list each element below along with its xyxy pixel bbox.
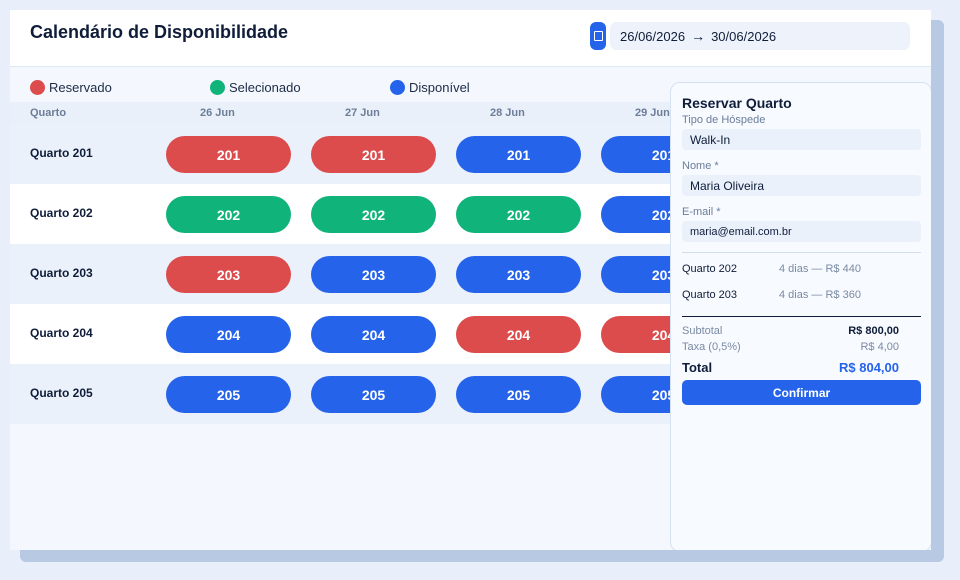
subtotal-label: Subtotal [682, 325, 723, 337]
room-day-cell-available[interactable]: 203 [456, 256, 581, 293]
day-column-header: 28 Jun [490, 107, 525, 119]
line-item-room: Quarto 203 [682, 289, 738, 301]
guest-type-select[interactable]: Walk-In [682, 129, 921, 150]
name-field[interactable]: Maria Oliveira [682, 175, 921, 196]
line-item-detail: 4 dias — R$ 360 [779, 289, 861, 301]
legend-label: Selecionado [229, 79, 301, 95]
room-label: Quarto 203 [30, 266, 93, 280]
room-label: Quarto 204 [30, 326, 93, 340]
header: Calendário de Disponibilidade 26/06/2026… [10, 10, 931, 67]
tax-label: Taxa (0,5%) [682, 341, 741, 353]
legend: Reservado Selecionado Disponível [30, 77, 570, 97]
day-column-header: 27 Jun [345, 107, 380, 119]
date-range-picker[interactable]: 26/06/2026 → 30/06/2026 [610, 22, 910, 50]
confirm-button[interactable]: Confirmar [682, 380, 921, 405]
legend-item-available: Disponível [390, 79, 570, 95]
booking-title: Reservar Quarto [682, 95, 792, 111]
legend-label: Reservado [49, 79, 112, 95]
total-value: R$ 804,00 [839, 360, 899, 375]
line-item-room: Quarto 202 [682, 263, 738, 275]
booking-panel: Reservar Quarto Tipo de Hóspede Walk-In … [670, 82, 931, 550]
room-column-header: Quarto [30, 107, 67, 119]
availability-card: Calendário de Disponibilidade 26/06/2026… [10, 10, 931, 550]
room-label: Quarto 201 [30, 146, 93, 160]
guest-type-value: Walk-In [690, 132, 731, 147]
reserved-dot-icon [30, 79, 45, 95]
legend-label: Disponível [409, 79, 470, 95]
selected-dot-icon [210, 79, 225, 95]
room-day-cell-selected[interactable]: 202 [311, 196, 436, 233]
room-day-cell-selected[interactable]: 202 [456, 196, 581, 233]
email-label: E-mail * [682, 206, 721, 218]
day-column-header: 29 Jun [635, 107, 670, 119]
room-day-cell-available[interactable]: 205 [456, 376, 581, 413]
room-day-cell-available[interactable]: 205 [311, 376, 436, 413]
room-day-cell-reserved[interactable]: 203 [166, 256, 291, 293]
name-label: Nome * [682, 160, 719, 172]
available-dot-icon [390, 79, 405, 95]
room-label: Quarto 202 [30, 206, 93, 220]
email-field[interactable]: maria@email.com.br [682, 221, 921, 242]
email-value: maria@email.com.br [690, 225, 792, 238]
room-day-cell-available[interactable]: 204 [166, 316, 291, 353]
day-column-header: 26 Jun [200, 107, 235, 119]
room-day-cell-available[interactable]: 204 [311, 316, 436, 353]
divider [682, 252, 921, 253]
tax-value: R$ 4,00 [860, 341, 899, 353]
name-value: Maria Oliveira [690, 178, 765, 193]
room-day-cell-reserved[interactable]: 201 [166, 136, 291, 173]
room-label: Quarto 205 [30, 386, 93, 400]
room-day-cell-selected[interactable]: 202 [166, 196, 291, 233]
date-start: 26/06/2026 [620, 28, 686, 44]
calendar-button[interactable] [590, 22, 606, 50]
room-day-cell-reserved[interactable]: 201 [311, 136, 436, 173]
room-day-cell-available[interactable]: 203 [311, 256, 436, 293]
room-day-cell-available[interactable]: 201 [456, 136, 581, 173]
guest-type-label: Tipo de Hóspede [682, 114, 766, 126]
calendar-icon [593, 31, 603, 41]
legend-item-selected: Selecionado [210, 79, 390, 95]
arrow-right-icon: → [691, 28, 706, 44]
room-day-cell-reserved[interactable]: 204 [456, 316, 581, 353]
total-label: Total [682, 360, 713, 375]
legend-item-reserved: Reservado [30, 79, 210, 95]
page-title: Calendário de Disponibilidade [30, 22, 289, 42]
subtotal-value: R$ 800,00 [848, 325, 899, 337]
date-end: 30/06/2026 [711, 28, 777, 44]
divider [682, 316, 921, 317]
room-day-cell-available[interactable]: 205 [166, 376, 291, 413]
line-item-detail: 4 dias — R$ 440 [779, 263, 861, 275]
